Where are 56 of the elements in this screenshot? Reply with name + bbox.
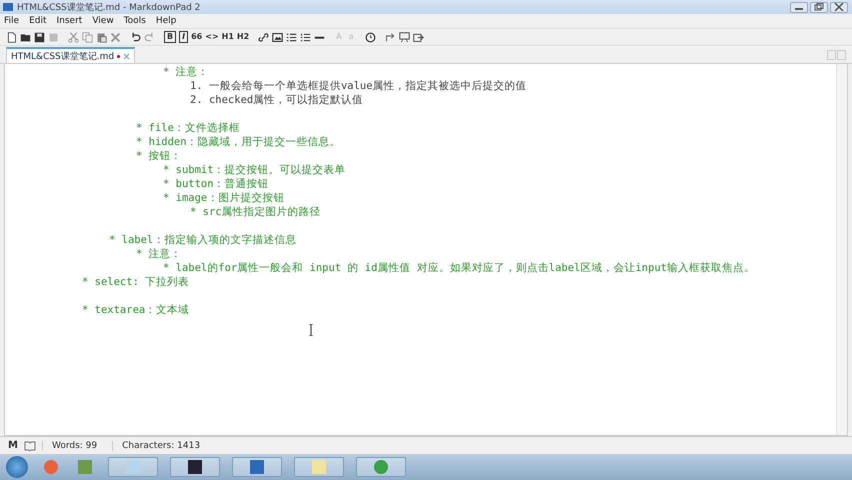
numbered-line: 2. checked属性，可以指定默认值 [190, 93, 364, 107]
restore-icon [814, 3, 824, 11]
scrollbar-track[interactable] [836, 64, 847, 435]
new-file-icon[interactable] [6, 32, 17, 42]
clock-icon[interactable] [364, 32, 376, 42]
format-button[interactable]: H2 [236, 32, 250, 42]
character-count: Characters: 1413 [112, 440, 210, 450]
numbered-line: 1. 一般会给每一个单选框提供value属性，指定其被选中后提交的值 [190, 79, 527, 93]
text-cursor-icon [308, 324, 314, 336]
format-button[interactable]: H1 [222, 32, 234, 42]
preview-icon[interactable] [398, 32, 410, 42]
app-logo-icon [3, 3, 13, 11]
book-icon[interactable] [24, 440, 36, 450]
close-button[interactable] [830, 2, 848, 12]
bullet-line: * image：图片提交按钮 [163, 191, 284, 205]
sync-icon[interactable] [384, 32, 396, 42]
format-button[interactable]: <> [205, 32, 219, 42]
document-tab[interactable]: HTML&CSS课堂笔记.md [6, 47, 136, 63]
bullet-line: * src属性指定图片的路径 [190, 205, 321, 219]
start-button[interactable] [6, 456, 28, 478]
bullet-line: * label：指定输入项的文字描述信息 [109, 233, 296, 247]
markdown-mode-button[interactable]: M [8, 440, 18, 451]
window-title: HTML&CSS课堂笔记.md - MarkdownPad 2 [17, 2, 200, 14]
format-button[interactable]: 66 [191, 32, 202, 42]
close-icon [834, 3, 844, 11]
menu-item[interactable]: Help [156, 16, 176, 26]
bullet-line: * file：文件选择框 [136, 121, 240, 135]
bullet-line: * select: 下拉列表 [82, 275, 190, 289]
export-icon[interactable] [412, 32, 424, 42]
menu-item[interactable]: File [4, 16, 20, 26]
bullet-line: * submit：提交按钮。可以提交表单 [163, 163, 346, 177]
bullet-line: * button：普通按钮 [163, 177, 269, 191]
menu-item[interactable]: Insert [56, 16, 82, 26]
bullet-line: * textarea：文本域 [82, 303, 190, 317]
bullet-line: * 注意： [163, 65, 209, 79]
restore-button[interactable] [810, 2, 828, 12]
undo-icon[interactable] [130, 32, 141, 42]
bullet-line: * label的for属性一般会和 input 的 id属性值 对应。如果对应了，则点击label区域，会让input输入框获取焦点。 [163, 261, 755, 275]
word-count: Words: 99 [42, 440, 106, 450]
numbered-list-icon[interactable] [300, 32, 312, 42]
paste-icon[interactable] [96, 32, 107, 42]
menu-item[interactable]: Tools [124, 16, 146, 26]
format-button[interactable]: B [164, 31, 176, 43]
bulleted-list-icon[interactable] [286, 32, 298, 42]
bullet-line: * hidden：隐藏域，用于提交一些信息。 [136, 135, 341, 149]
minimize-button[interactable] [790, 2, 808, 12]
folder-icon[interactable] [20, 32, 31, 42]
save-icon[interactable] [34, 32, 45, 42]
link-icon[interactable] [258, 32, 270, 42]
menu-item[interactable]: View [92, 16, 114, 26]
image-icon[interactable] [272, 32, 284, 42]
menu-item[interactable]: Edit [29, 16, 46, 26]
tab-label: HTML&CSS课堂笔记.md [11, 50, 114, 62]
bullet-line: * 按钮： [136, 149, 182, 163]
format-button[interactable]: I [179, 31, 188, 43]
bullet-line: * 注意： [136, 247, 182, 261]
